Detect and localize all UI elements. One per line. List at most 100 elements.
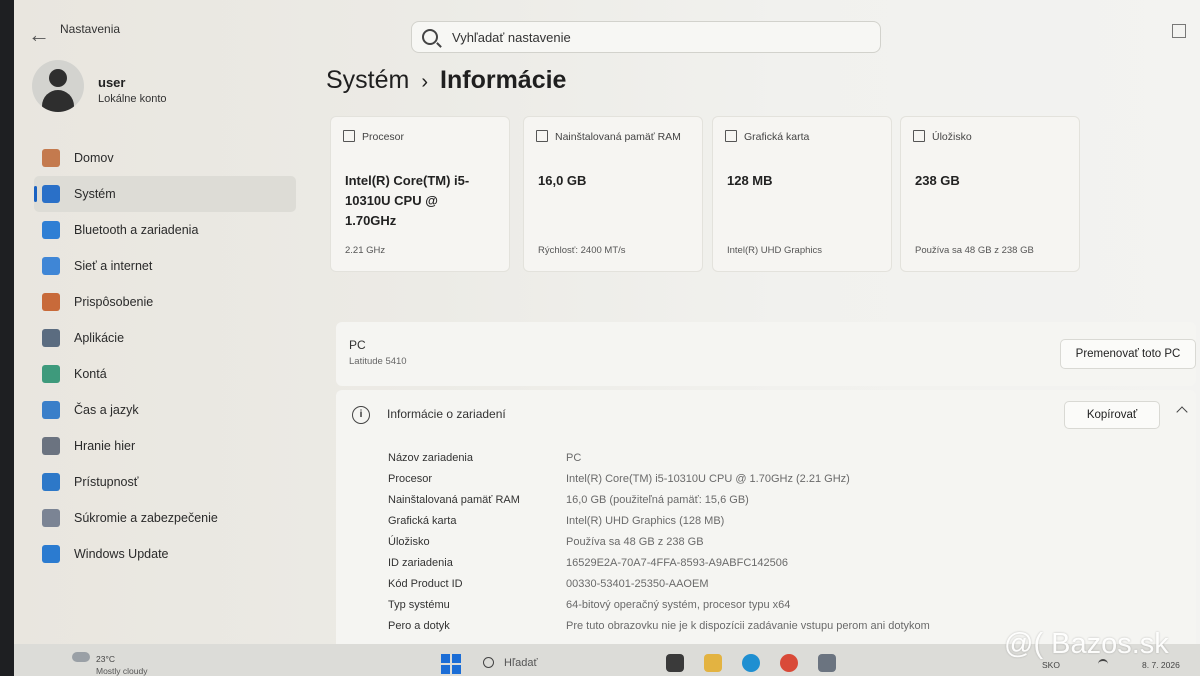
accounts-icon	[42, 365, 60, 383]
card-header: Nainštalovaná pamäť RAM	[555, 131, 681, 143]
bluetooth-icon	[42, 221, 60, 239]
sidebar-item-label: Prístupnosť	[74, 475, 139, 489]
sidebar-item-label: Hranie hier	[74, 439, 136, 453]
spec-label: Grafická karta	[388, 515, 457, 527]
spec-label: Úložisko	[388, 536, 430, 548]
sidebar-item-label: Windows Update	[74, 547, 169, 561]
clock-date[interactable]: 8. 7. 2026	[1142, 660, 1180, 670]
cpu-icon	[343, 130, 355, 142]
breadcrumb: Systém › Informácie	[326, 66, 566, 95]
spec-value: Používa sa 48 GB z 238 GB	[566, 536, 704, 548]
user-profile[interactable]: user Lokálne konto	[32, 60, 292, 120]
spec-label: Procesor	[388, 473, 433, 485]
sidebar-item-3[interactable]: Sieť a internet	[34, 248, 296, 284]
sidebar-item-label: Domov	[74, 151, 114, 165]
pc-name-row: PC Latitude 5410 Premenovať toto PC	[336, 322, 1196, 386]
back-arrow-icon[interactable]: ←	[28, 22, 50, 48]
card-storage: Úložisko 238 GB Používa sa 48 GB z 238 G…	[900, 116, 1080, 272]
spec-label: Typ systému	[388, 599, 450, 611]
sidebar-item-11[interactable]: Windows Update	[34, 536, 296, 572]
avatar	[32, 60, 84, 112]
card-header: Grafická karta	[744, 131, 810, 143]
pc-name: PC	[349, 338, 366, 352]
account-type: Lokálne konto	[98, 93, 167, 105]
card-processor: Procesor Intel(R) Core(TM) i5-10310U CPU…	[330, 116, 510, 272]
chevron-up-icon[interactable]	[1176, 406, 1188, 418]
sidebar-item-10[interactable]: Súkromie a zabezpečenie	[34, 500, 296, 536]
taskbar-search-label[interactable]: Hľadať	[504, 657, 538, 669]
update-icon	[42, 545, 60, 563]
brush-icon	[42, 293, 60, 311]
sidebar-item-label: Čas a jazyk	[74, 403, 139, 417]
ram-icon	[536, 130, 548, 142]
search-icon	[422, 29, 438, 45]
breadcrumb-separator: ›	[421, 71, 429, 93]
pc-model: Latitude 5410	[349, 356, 407, 367]
shield-icon	[42, 509, 60, 527]
sidebar-item-2[interactable]: Bluetooth a zariadenia	[34, 212, 296, 248]
maximize-icon[interactable]	[1172, 24, 1186, 38]
card-header: Procesor	[362, 131, 405, 143]
cloud-icon[interactable]	[72, 652, 90, 662]
language-indicator[interactable]: SKO	[1042, 660, 1060, 670]
sidebar-item-0[interactable]: Domov	[34, 140, 296, 176]
spec-label: ID zariadenia	[388, 557, 453, 569]
taskbar-search-icon[interactable]	[483, 657, 494, 668]
spec-value: 64-bitový operačný systém, procesor typu…	[566, 599, 791, 611]
globe-clock-icon	[42, 401, 60, 419]
wifi-icon	[42, 257, 60, 275]
device-info-header[interactable]: i Informácie o zariadení Kopírovať	[336, 390, 1196, 440]
sidebar-item-8[interactable]: Hranie hier	[34, 428, 296, 464]
breadcrumb-parent[interactable]: Systém	[326, 66, 409, 94]
spec-value: Intel(R) Core(TM) i5-10310U CPU @ 1.70GH…	[566, 473, 850, 485]
sidebar-item-1[interactable]: Systém	[34, 176, 296, 212]
sidebar-item-6[interactable]: Kontá	[34, 356, 296, 392]
weather-temperature: 23°C	[96, 654, 115, 664]
info-icon: i	[352, 406, 370, 424]
file-explorer-icon[interactable]	[704, 654, 722, 672]
search-box[interactable]	[411, 21, 881, 53]
card-footer: Používa sa 48 GB z 238 GB	[915, 245, 1034, 256]
spec-value: 16529E2A-70A7-4FFA-8593-A9ABFC142506	[566, 557, 788, 569]
sidebar-item-5[interactable]: Aplikácie	[34, 320, 296, 356]
spec-label: Pero a dotyk	[388, 620, 450, 632]
home-icon	[42, 149, 60, 167]
card-footer: 2.21 GHz	[345, 245, 386, 256]
weather-description: Mostly cloudy	[96, 666, 148, 676]
edge-icon[interactable]	[742, 654, 760, 672]
spec-value: Pre tuto obrazovku nie je k dispozícii z…	[566, 620, 930, 632]
watermark: @( Bazos.sk	[1004, 628, 1169, 660]
sidebar-item-label: Sieť a internet	[74, 259, 153, 273]
card-footer: Intel(R) UHD Graphics	[727, 245, 823, 256]
search-input[interactable]	[450, 28, 874, 46]
card-graphics: Grafická karta 128 MB Intel(R) UHD Graph…	[712, 116, 892, 272]
sidebar-item-label: Súkromie a zabezpečenie	[74, 511, 218, 525]
settings-window: ← Nastavenia user Lokálne konto Domov Sys…	[14, 0, 1200, 676]
card-value: 16,0 GB	[538, 173, 587, 188]
settings-icon[interactable]	[818, 654, 836, 672]
task-view-icon[interactable]	[666, 654, 684, 672]
spec-label: Názov zariadenia	[388, 452, 473, 464]
sidebar-item-4[interactable]: Prispôsobenie	[34, 284, 296, 320]
page-title: Informácie	[440, 66, 567, 94]
section-title: Informácie o zariadení	[387, 407, 506, 421]
windows-start-icon[interactable]	[441, 654, 461, 674]
sidebar-item-label: Aplikácie	[74, 331, 125, 345]
card-header: Úložisko	[932, 131, 972, 143]
sidebar-item-7[interactable]: Čas a jazyk	[34, 392, 296, 428]
app-title: Nastavenia	[60, 22, 121, 36]
chrome-icon[interactable]	[780, 654, 798, 672]
apps-icon	[42, 329, 60, 347]
accessibility-icon	[42, 473, 60, 491]
card-footer: Rýchlosť: 2400 MT/s	[538, 245, 626, 256]
copy-button[interactable]: Kopírovať	[1064, 401, 1160, 429]
title-bar: ← Nastavenia	[14, 0, 1200, 56]
sidebar-item-label: Kontá	[74, 367, 107, 381]
storage-icon	[913, 130, 925, 142]
spec-label: Kód Product ID	[388, 578, 463, 590]
sidebar-nav: Domov Systém Bluetooth a zariadenia Sieť a …	[34, 140, 296, 572]
spec-value: Intel(R) UHD Graphics (128 MB)	[566, 515, 725, 527]
sidebar-item-9[interactable]: Prístupnosť	[34, 464, 296, 500]
card-ram: Nainštalovaná pamäť RAM 16,0 GB Rýchlosť…	[523, 116, 703, 272]
rename-pc-button[interactable]: Premenovať toto PC	[1060, 339, 1196, 369]
